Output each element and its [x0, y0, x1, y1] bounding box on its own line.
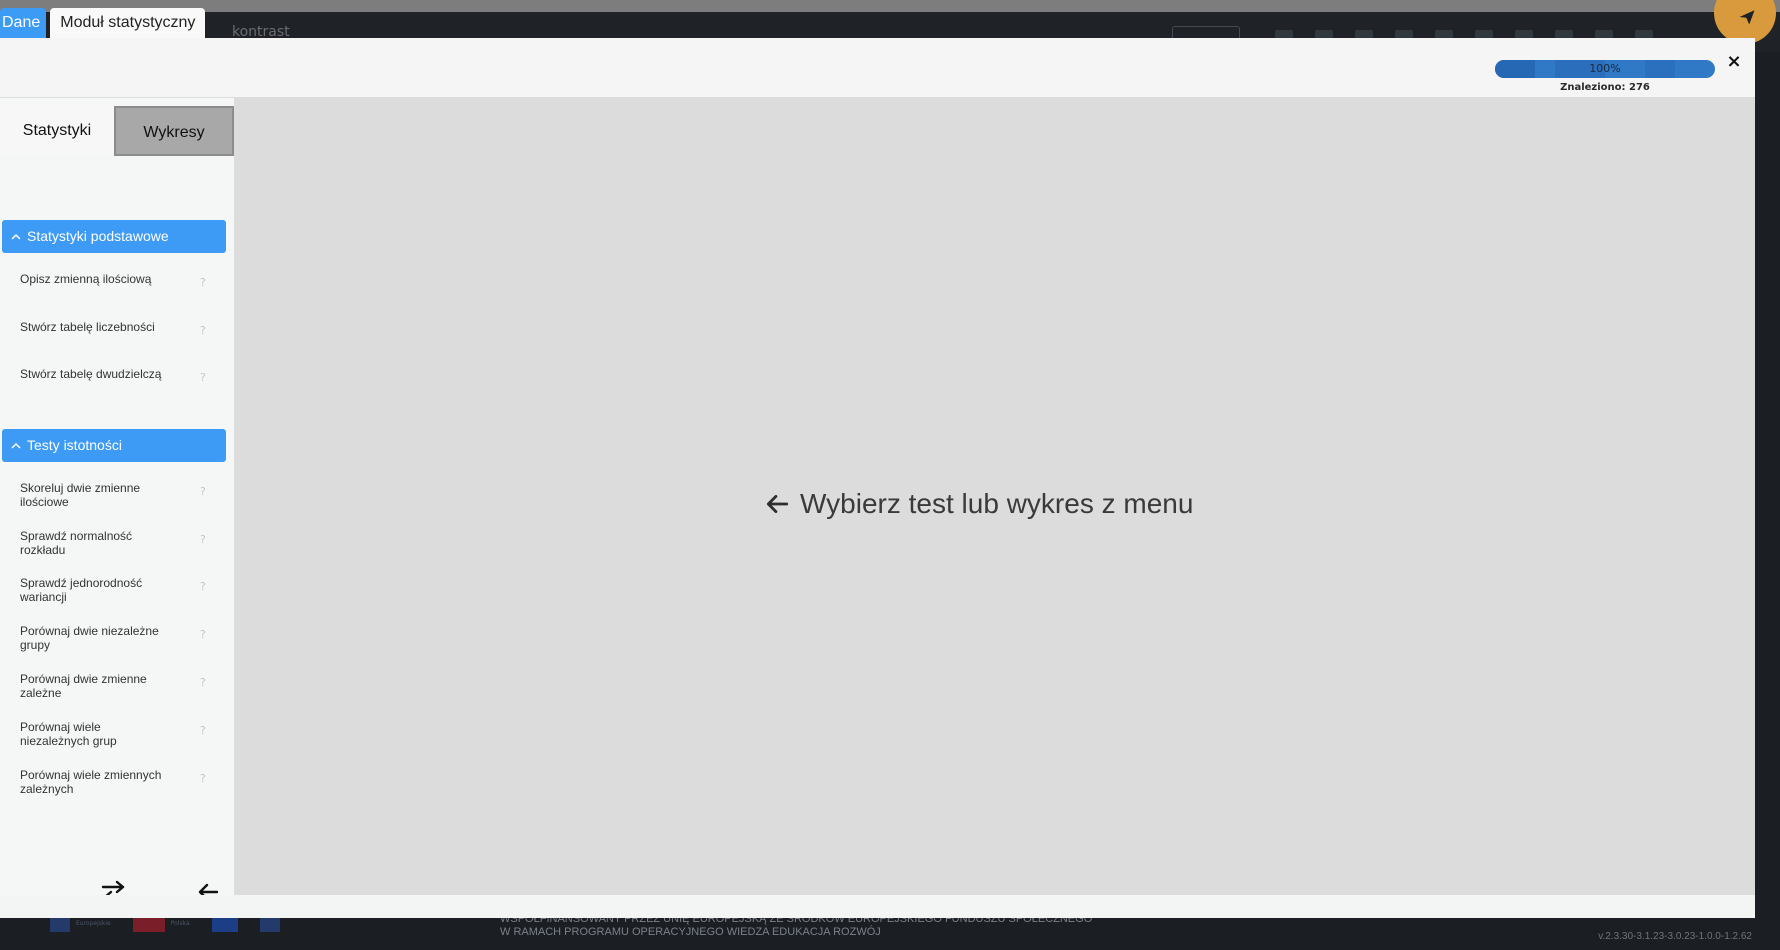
- sidebar-tabs: Statystyki Wykresy: [0, 106, 234, 156]
- main-content: Wybierz test lub wykres z menu: [234, 98, 1755, 895]
- statistics-modal: 100% Znaleziono: 276 × Statystyki Wykres…: [0, 38, 1755, 918]
- empty-state-text: Wybierz test lub wykres z menu: [800, 488, 1194, 519]
- tab-statistics[interactable]: Statystyki: [0, 106, 114, 156]
- modal-bottom-bar: [0, 895, 1755, 918]
- help-icon[interactable]: ?: [200, 533, 206, 546]
- modal-topbar: 100% Znaleziono: 276 ×: [0, 38, 1755, 98]
- chevron-up-icon: [11, 233, 21, 240]
- help-icon[interactable]: ?: [200, 371, 206, 384]
- tab-data[interactable]: Dane: [0, 8, 47, 38]
- menu-item-contingency-table[interactable]: Stwórz tabelę dwudzielczą ?: [0, 363, 230, 407]
- background-top-strip: [0, 0, 1780, 12]
- help-icon[interactable]: ?: [200, 276, 206, 289]
- paper-plane-icon: [1739, 10, 1755, 25]
- menu-item-two-independent-groups[interactable]: Porównaj dwie niezależne grupy ?: [0, 620, 230, 664]
- menu-item-variance-homogeneity[interactable]: Sprawdź jednorodność wariancji ?: [0, 572, 230, 616]
- menu-item-many-dependent-variables[interactable]: Porównaj wiele zmiennych zależnych ?: [0, 764, 230, 808]
- section-basic-statistics[interactable]: Statystyki podstawowe: [2, 220, 226, 253]
- sidebar: Statystyki Wykresy Statystyki podstawowe…: [0, 98, 234, 904]
- progress-bar: 100%: [1495, 60, 1715, 78]
- version-label: v.2.3.30-3.1.23-3.0.23-1.0.0-1.2.62: [1598, 931, 1752, 942]
- section-significance-tests[interactable]: Testy istotności: [2, 429, 226, 462]
- menu-item-normality[interactable]: Sprawdź normalność rozkładu ?: [0, 525, 230, 569]
- help-icon[interactable]: ?: [200, 580, 206, 593]
- top-tabs: Dane Moduł statystyczny: [0, 8, 206, 38]
- help-icon[interactable]: ?: [200, 324, 206, 337]
- help-icon[interactable]: ?: [200, 772, 206, 785]
- help-icon[interactable]: ?: [200, 724, 206, 737]
- empty-state-message: Wybierz test lub wykres z menu: [764, 488, 1193, 520]
- tab-statistics-module[interactable]: Moduł statystyczny: [50, 8, 206, 38]
- help-icon[interactable]: ?: [200, 485, 206, 498]
- chevron-up-icon: [11, 442, 21, 449]
- help-icon[interactable]: ?: [200, 676, 206, 689]
- arrow-left-icon: [766, 495, 789, 513]
- section-title: Testy istotności: [27, 437, 122, 453]
- found-count: Znaleziono: 276: [1560, 82, 1650, 93]
- menu-item-many-independent-groups[interactable]: Porównaj wiele niezależnych grup ?: [0, 716, 230, 760]
- progress-label: 100%: [1589, 62, 1621, 75]
- menu-item-frequency-table[interactable]: Stwórz tabelę liczebności ?: [0, 316, 230, 360]
- menu-item-describe-quantitative[interactable]: Opisz zmienną ilościową ?: [0, 268, 230, 312]
- menu-item-two-dependent-variables[interactable]: Porównaj dwie zmienne zależne ?: [0, 668, 230, 712]
- menu-item-correlate[interactable]: Skoreluj dwie zmienne ilościowe ?: [0, 477, 230, 521]
- help-icon[interactable]: ?: [200, 628, 206, 641]
- section-title: Statystyki podstawowe: [27, 228, 169, 244]
- close-button[interactable]: ×: [1722, 50, 1746, 74]
- tab-charts[interactable]: Wykresy: [114, 106, 234, 156]
